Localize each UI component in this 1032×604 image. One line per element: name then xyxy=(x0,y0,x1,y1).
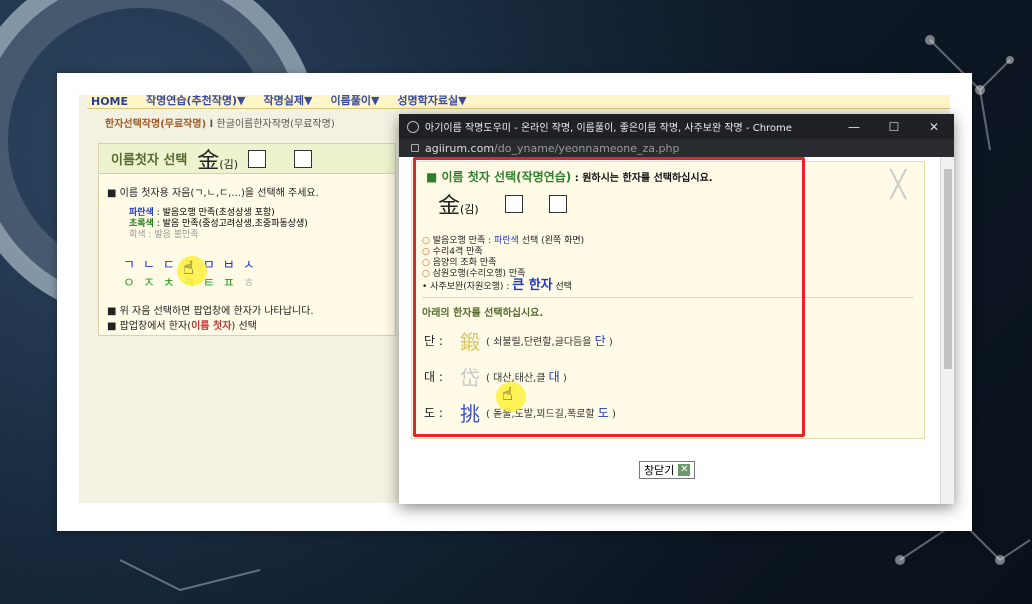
popup-titlebar: 아기이름 작명도우미 - 온라인 작명, 이름풀이, 좋은이름 작명, 사주보완… xyxy=(399,114,954,139)
legend-blue-label: 파란색 xyxy=(129,208,154,218)
close-icon: ✕ xyxy=(678,464,691,476)
minimize-button[interactable]: — xyxy=(834,120,874,134)
popup-body: ■ 이름 첫자 선택(작명연습) : 원하시는 한자를 선택하십시요. ╳ 金(… xyxy=(399,157,954,504)
popup-window: 아기이름 작명도우미 - 온라인 작명, 이름풀이, 좋은이름 작명, 사주보완… xyxy=(399,114,954,504)
legend-gray: 회색 : 발음 불만족 xyxy=(129,230,308,241)
red-highlight-box xyxy=(413,157,805,437)
color-legend: 파란색 : 발음오행 만족(초성상생 포함) 초록색 : 발음 만족(중성고려상… xyxy=(129,208,308,241)
panel-title: 이름첫자 선택 xyxy=(111,153,188,168)
tab-hangul-hanja[interactable]: 한글이름한자작명(무료작명) xyxy=(217,119,335,130)
address-bar[interactable]: agiirum.com/do_yname/yeonnameone_za.php xyxy=(399,139,954,157)
note-select-c: ) 선택 xyxy=(231,321,257,332)
surname-reading: (김) xyxy=(219,157,239,171)
click-highlight-cursor: ☝ xyxy=(177,256,207,286)
surname-hanja: 金 xyxy=(197,148,220,174)
note-select-a: ■ 팝업창에서 한자( xyxy=(107,321,192,332)
url-host: agiirum.com xyxy=(425,141,495,155)
note-popup: ■ 위 자음 선택하면 팝업창에 한자가 나타납니다. xyxy=(107,306,314,317)
legend-gray-text: : 발음 불만족 xyxy=(145,230,199,240)
legend-blue: 파란색 : 발음오행 만족(초성상생 포함) xyxy=(129,208,308,219)
note-select: ■ 팝업창에서 한자(이름 첫자) 선택 xyxy=(107,317,257,332)
close-x-icon[interactable]: ╳ xyxy=(890,170,906,200)
nav-interpret[interactable]: 이름풀이▼ xyxy=(326,95,383,108)
name-slot-1[interactable] xyxy=(248,149,267,168)
legend-green-text: : 발음 만족(중성고려상생,초중파동상생) xyxy=(153,219,308,229)
tab-line: 한자선택작명(무료작명) l 한글이름한자작명(무료작명) xyxy=(105,115,335,130)
legend-green-label: 초록색 xyxy=(129,219,154,229)
consonants-gray: ㅎ xyxy=(242,276,263,291)
legend-gray-label: 회색 xyxy=(129,230,146,240)
name-slot-2[interactable] xyxy=(294,149,313,168)
url-path: /do_yname/yeonnameone_za.php xyxy=(494,141,680,155)
window-title: 아기이름 작명도우미 - 온라인 작명, 이름풀이, 좋은이름 작명, 사주보완… xyxy=(425,123,792,134)
maximize-button[interactable]: ☐ xyxy=(874,120,914,134)
lock-icon xyxy=(411,144,419,152)
first-char-panel: 이름첫자 선택 金(김) ■ 이름 첫자용 자음(ㄱ,ㄴ,ㄷ,...)을 선택해… xyxy=(98,143,396,336)
close-popup-label: 창닫기 xyxy=(644,464,675,477)
globe-icon xyxy=(407,120,419,133)
nav-real[interactable]: 작명실제▼ xyxy=(260,95,317,108)
scroll-thumb[interactable] xyxy=(944,169,952,369)
legend-green: 초록색 : 발음 만족(중성고려상생,초중파동상생) xyxy=(129,219,308,230)
url[interactable]: agiirum.com/do_yname/yeonnameone_za.php xyxy=(425,142,679,155)
close-popup-button[interactable]: 창닫기 ✕ xyxy=(639,461,696,479)
surname-display: 金(김) xyxy=(197,143,238,175)
legend-blue-text: : 발음오행 만족(초성상생 포함) xyxy=(153,208,275,218)
instruction: ■ 이름 첫자용 자음(ㄱ,ㄴ,ㄷ,...)을 선택해 주세요. xyxy=(107,188,319,199)
close-window-button[interactable]: ✕ xyxy=(914,120,954,134)
hand-cursor-icon: ☝ xyxy=(183,258,194,279)
nav-data[interactable]: 성명학자료실▼ xyxy=(393,95,470,108)
nav-practice[interactable]: 작명연습(추천작명)▼ xyxy=(142,95,249,108)
nav-home[interactable]: HOME xyxy=(87,95,132,108)
tab-separator: l xyxy=(206,119,217,130)
panel-header: 이름첫자 선택 金(김) xyxy=(99,144,395,174)
note-select-b: 이름 첫자 xyxy=(191,321,232,332)
top-nav: HOME 작명연습(추천작명)▼ 작명실제▼ 이름풀이▼ 성명학자료실▼ xyxy=(87,95,950,109)
scrollbar[interactable] xyxy=(940,157,954,504)
tab-hanja-select[interactable]: 한자선택작명(무료작명) xyxy=(105,119,206,130)
